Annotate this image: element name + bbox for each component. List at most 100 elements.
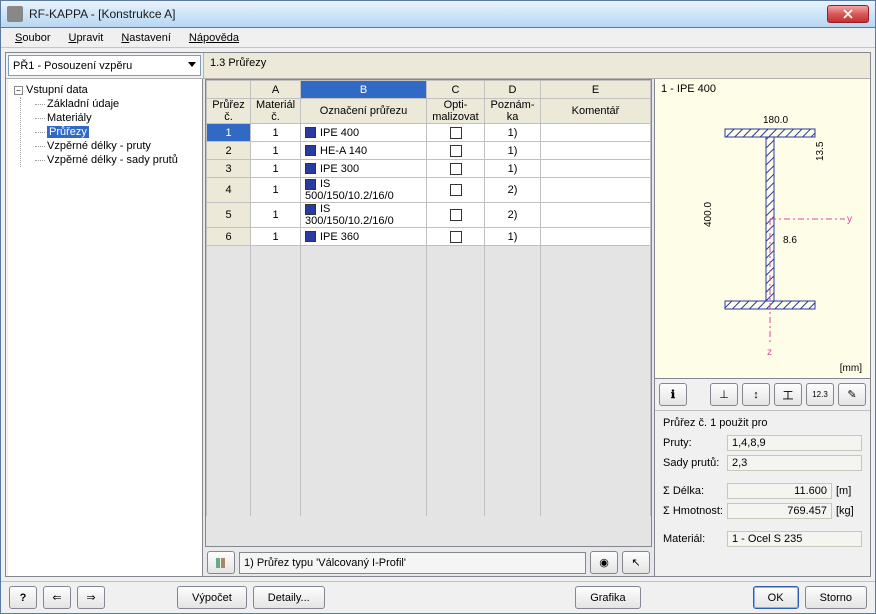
cell-comment[interactable] — [541, 228, 651, 246]
dim-icon: ↕ — [753, 389, 759, 401]
arrow-icon: ↖ — [631, 556, 640, 569]
cancel-button[interactable]: Storno — [805, 586, 867, 609]
cell-optimize[interactable] — [427, 124, 485, 142]
cell-name[interactable]: IS 300/150/10.2/16/0 — [301, 203, 427, 228]
menu-nastaveni[interactable]: Nastavení — [113, 30, 179, 46]
table-row[interactable]: 21HE-A 140 1) — [207, 142, 651, 160]
view-button[interactable]: ◉ — [590, 551, 618, 574]
tool-button-1[interactable]: ⊥ — [710, 383, 738, 406]
collapse-icon[interactable]: − — [14, 86, 23, 95]
cell-comment[interactable] — [541, 160, 651, 178]
cell-name[interactable]: IPE 300 — [301, 160, 427, 178]
color-swatch — [305, 231, 316, 242]
cell-name[interactable]: IPE 360 — [301, 228, 427, 246]
checkbox-icon[interactable] — [450, 163, 462, 175]
table-row[interactable]: 11IPE 4001) — [207, 124, 651, 142]
checkbox-icon[interactable] — [450, 127, 462, 139]
cell-optimize[interactable] — [427, 203, 485, 228]
cell-name[interactable]: IS 500/150/10.2/16/0 — [301, 178, 427, 203]
hdr-comment: Komentář — [541, 99, 651, 124]
lbl-hmot: Σ Hmotnost: — [663, 505, 727, 517]
svg-text:y: y — [847, 214, 852, 225]
tool-button-4[interactable]: 12.3 — [806, 383, 834, 406]
col-letter: D — [485, 81, 541, 99]
sections-table[interactable]: A B C D E Průřez č. Materiál č. Označení… — [206, 80, 651, 516]
cell-name[interactable]: HE-A 140 — [301, 142, 427, 160]
checkbox-icon[interactable] — [450, 145, 462, 157]
section-icon: 工 — [783, 387, 794, 403]
tree-root-node[interactable]: − Vstupní data — [14, 83, 200, 97]
row-number: 4 — [207, 178, 251, 203]
cell-note[interactable]: 1) — [485, 124, 541, 142]
color-swatch — [305, 127, 316, 138]
cell-name[interactable]: IPE 400 — [301, 124, 427, 142]
tool-button-2[interactable]: ↕ — [742, 383, 770, 406]
settings-icon: ✎ — [847, 388, 856, 401]
color-swatch — [305, 163, 316, 174]
row-number: 2 — [207, 142, 251, 160]
col-letter: E — [541, 81, 651, 99]
values-icon: 12.3 — [812, 390, 828, 399]
cell-comment[interactable] — [541, 124, 651, 142]
cell-optimize[interactable] — [427, 160, 485, 178]
table-row[interactable]: 61IPE 360 1) — [207, 228, 651, 246]
info-title: Průřez č. 1 použit pro — [663, 417, 862, 429]
calculate-button[interactable]: Výpočet — [177, 586, 247, 609]
svg-text:400.0: 400.0 — [703, 202, 714, 227]
checkbox-icon[interactable] — [450, 209, 462, 221]
info-panel: Průřez č. 1 použit pro Pruty: 1,4,8,9 Sa… — [655, 411, 870, 576]
cell-note[interactable]: 1) — [485, 160, 541, 178]
tree-item[interactable]: Základní údaje — [35, 97, 200, 111]
row-number: 6 — [207, 228, 251, 246]
cell-comment[interactable] — [541, 178, 651, 203]
next-button[interactable]: ⇒ — [77, 586, 105, 609]
cell-optimize[interactable] — [427, 178, 485, 203]
details-button[interactable]: Detaily... — [253, 586, 325, 609]
top-row: PŘ1 - Posouzení vzpěru 1.3 Průřezy — [6, 53, 870, 79]
tree-item[interactable]: Materiály — [35, 111, 200, 125]
tool-button-5[interactable]: ✎ — [838, 383, 866, 406]
row-number: 1 — [207, 124, 251, 142]
checkbox-icon[interactable] — [450, 231, 462, 243]
table-row[interactable]: 51IS 300/150/10.2/16/02) — [207, 203, 651, 228]
cell-material[interactable]: 1 — [251, 228, 301, 246]
cell-optimize[interactable] — [427, 228, 485, 246]
cell-note[interactable]: 2) — [485, 178, 541, 203]
checkbox-icon[interactable] — [450, 184, 462, 196]
menu-upravit[interactable]: Upravit — [60, 30, 111, 46]
cell-material[interactable]: 1 — [251, 178, 301, 203]
library-button[interactable] — [207, 551, 235, 574]
lbl-delka: Σ Délka: — [663, 485, 727, 497]
cell-material[interactable]: 1 — [251, 203, 301, 228]
cell-note[interactable]: 1) — [485, 142, 541, 160]
help-button[interactable]: ? — [9, 586, 37, 609]
cell-material[interactable]: 1 — [251, 142, 301, 160]
cell-optimize[interactable] — [427, 142, 485, 160]
menu-napoveda[interactable]: Nápověda — [181, 30, 247, 46]
info-button[interactable]: ℹ — [659, 383, 687, 406]
menu-soubor[interactable]: Soubor — [7, 30, 58, 46]
tool-button-3[interactable]: 工 — [774, 383, 802, 406]
prev-button[interactable]: ⇐ — [43, 586, 71, 609]
tree-item[interactable]: Vzpěrné délky - sady prutů — [35, 153, 200, 167]
info-icon: ℹ — [671, 388, 675, 401]
ok-button[interactable]: OK — [753, 586, 799, 609]
cell-comment[interactable] — [541, 203, 651, 228]
table-row[interactable]: 41IS 500/150/10.2/16/0 2) — [207, 178, 651, 203]
tree-item[interactable]: Vzpěrné délky - pruty — [35, 139, 200, 153]
graphics-button[interactable]: Grafika — [575, 586, 640, 609]
status-text: 1) Průřez typu 'Válcovaný I-Profil' — [239, 552, 586, 574]
cell-material[interactable]: 1 — [251, 160, 301, 178]
cell-material[interactable]: 1 — [251, 124, 301, 142]
next-icon: ⇒ — [86, 591, 95, 604]
work-area: PŘ1 - Posouzení vzpěru 1.3 Průřezy − Vst… — [5, 52, 871, 577]
case-combo[interactable]: PŘ1 - Posouzení vzpěru — [8, 55, 201, 76]
table-row[interactable]: 31IPE 3001) — [207, 160, 651, 178]
cell-note[interactable]: 1) — [485, 228, 541, 246]
col-letter: A — [251, 81, 301, 99]
close-button[interactable] — [827, 5, 869, 23]
tree-item[interactable]: Průřezy — [35, 125, 200, 139]
pick-button[interactable]: ↖ — [622, 551, 650, 574]
cell-note[interactable]: 2) — [485, 203, 541, 228]
cell-comment[interactable] — [541, 142, 651, 160]
